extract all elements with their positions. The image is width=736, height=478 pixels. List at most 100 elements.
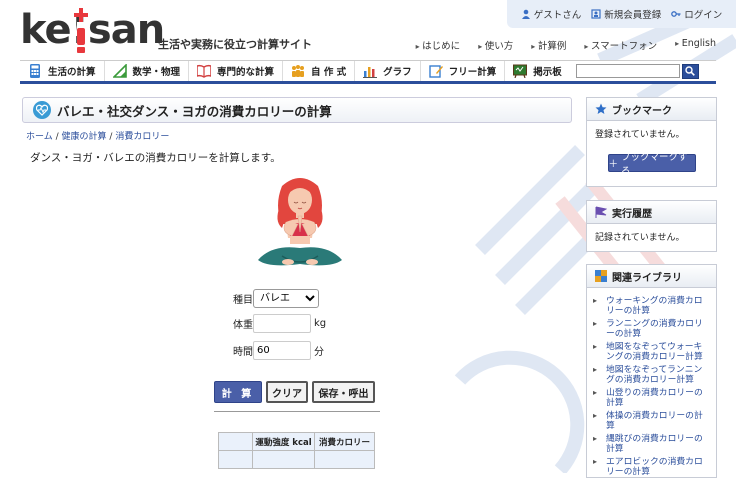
nav-graph-label: グラフ xyxy=(383,67,412,78)
topnav-english[interactable]: English xyxy=(675,38,716,52)
history-empty-text: 記録されていません。 xyxy=(595,233,685,243)
library-panel: 関連ライブラリ ▸ ウォーキングの消費カロリーの計算 ▸ ランニングの消費カロリーの… xyxy=(586,264,717,478)
search-input[interactable] xyxy=(575,64,680,78)
triangle-ruler-icon xyxy=(112,64,127,78)
list-item[interactable]: ▸ エアロビックの消費カロリーの計算 xyxy=(593,457,710,477)
list-item[interactable]: ▸ 地図をなぞってランニングの消費カロリー計算 xyxy=(593,365,710,385)
divider xyxy=(214,411,380,412)
list-item[interactable]: ▸ ウォーキングの消費カロリーの計算 xyxy=(593,296,710,316)
nav-graph[interactable]: グラフ xyxy=(355,61,421,81)
type-select[interactable]: バレエ xyxy=(253,289,319,308)
bullet-arrow-icon: ▸ xyxy=(593,434,598,443)
plus-icon: ＋ xyxy=(608,159,619,170)
library-icon xyxy=(595,270,607,282)
library-body: ▸ ウォーキングの消費カロリーの計算 ▸ ランニングの消費カロリーの計算 ▸ 地図をな… xyxy=(586,288,717,478)
calculate-button[interactable]: 計 算 xyxy=(214,381,262,403)
page-title-box: バレエ・社交ダンス・ヨガの消費カロリーの計算 xyxy=(22,97,572,123)
clear-button[interactable]: クリア xyxy=(266,381,308,403)
book-icon xyxy=(197,64,212,78)
calculator-icon xyxy=(30,64,40,78)
library-link[interactable]: ランニングの消費カロリーの計算 xyxy=(606,319,710,339)
bar-chart-icon xyxy=(363,67,378,78)
result-table: 運動強度 kcal 消費カロリー xyxy=(218,432,375,469)
bullet-arrow-icon: ▸ xyxy=(593,319,598,328)
main-navigation: 生活の計算 数学・物理 専門的な計算 自 作 式 グラフ フリー計算 掲示板 xyxy=(20,60,716,84)
login-link[interactable]: ログイン xyxy=(671,7,722,21)
list-item[interactable]: ▸ 縄跳びの消費カロリーの計算 xyxy=(593,434,710,454)
register-label[interactable]: 新規会員登録 xyxy=(604,7,661,21)
add-bookmark-label: ブックマークする xyxy=(621,152,688,177)
yoga-woman-illustration xyxy=(258,178,342,266)
type-label: 種目 xyxy=(233,295,253,306)
top-navigation: はじめに 使い方 計算例 スマートフォン English xyxy=(416,38,716,52)
save-load-button[interactable]: 保存・呼出 xyxy=(312,381,375,403)
nav-math-physics[interactable]: 数学・物理 xyxy=(105,61,190,81)
nav-free-calc[interactable]: フリー計算 xyxy=(421,61,506,81)
library-link[interactable]: 地図をなぞってランニングの消費カロリー計算 xyxy=(606,365,710,385)
library-link[interactable]: 縄跳びの消費カロリーの計算 xyxy=(606,434,710,454)
nav-board-label: 掲示板 xyxy=(533,67,562,78)
list-item[interactable]: ▸ 山登りの消費カロリーの計算 xyxy=(593,388,710,408)
list-item[interactable]: ▸ 地図をなぞってウォーキングの消費カロリー計算 xyxy=(593,342,710,362)
guest-label: ゲストさん xyxy=(533,10,582,21)
add-bookmark-button[interactable]: ＋ ブックマークする xyxy=(607,152,696,177)
people-icon xyxy=(292,65,305,77)
login-label[interactable]: ログイン xyxy=(684,7,722,21)
library-link[interactable]: 地図をなぞってウォーキングの消費カロリー計算 xyxy=(606,342,710,362)
bookmark-panel: ブックマーク 登録されていません。 ＋ ブックマークする xyxy=(586,97,717,187)
nav-life-calc[interactable]: 生活の計算 xyxy=(20,61,105,81)
heart-pulse-icon xyxy=(33,101,51,119)
weight-input[interactable] xyxy=(253,314,311,333)
breadcrumb: ホーム / 健康の計算 / 消費カロリー xyxy=(26,132,170,142)
logo-text: ke!san xyxy=(20,7,165,53)
time-label: 時間 xyxy=(233,347,253,358)
bookmark-title: ブックマーク xyxy=(612,105,672,117)
register-icon xyxy=(591,9,601,19)
page-intro: ダンス・ヨガ・バレエの消費カロリーを計算します。 xyxy=(30,152,281,164)
weight-label: 体重 xyxy=(233,320,253,331)
nav-professional-label: 専門的な計算 xyxy=(217,67,275,78)
list-item[interactable]: ▸ ランニングの消費カロリーの計算 xyxy=(593,319,710,339)
breadcrumb-calories[interactable]: 消費カロリー xyxy=(115,132,169,142)
table-header-blank xyxy=(218,432,253,451)
time-unit: 分 xyxy=(314,347,324,358)
search-button[interactable] xyxy=(681,63,699,79)
nav-board[interactable]: 掲示板 xyxy=(505,61,570,81)
library-link[interactable]: 体操の消費カロリーの計算 xyxy=(606,411,710,431)
library-link[interactable]: ウォーキングの消費カロリーの計算 xyxy=(606,296,710,316)
list-item[interactable]: ▸ 体操の消費カロリーの計算 xyxy=(593,411,710,431)
time-row: 時間 分 xyxy=(228,341,324,360)
type-row: 種目 バレエ xyxy=(228,289,319,308)
nav-free-calc-label: フリー計算 xyxy=(448,67,497,78)
topnav-usage[interactable]: 使い方 xyxy=(478,38,514,52)
topnav-smartphone[interactable]: スマートフォン xyxy=(584,38,657,52)
library-link[interactable]: 山登りの消費カロリーの計算 xyxy=(606,388,710,408)
table-header-calories: 消費カロリー xyxy=(314,432,375,451)
topnav-intro[interactable]: はじめに xyxy=(416,38,460,52)
breadcrumb-home[interactable]: ホーム xyxy=(26,132,53,142)
nav-professional[interactable]: 専門的な計算 xyxy=(189,61,284,81)
bullet-arrow-icon: ▸ xyxy=(593,296,598,305)
nav-math-physics-label: 数学・物理 xyxy=(132,67,181,78)
site-logo[interactable]: ke!san xyxy=(20,7,165,53)
time-input[interactable] xyxy=(253,341,311,360)
breadcrumb-health[interactable]: 健康の計算 xyxy=(62,132,107,142)
user-bar: ゲストさん 新規会員登録 ログイン xyxy=(507,0,736,28)
site-tagline: 生活や実務に役立つ計算サイト xyxy=(158,38,312,51)
table-row xyxy=(218,450,375,469)
star-icon xyxy=(595,103,607,114)
table-cell xyxy=(252,450,315,469)
library-header: 関連ライブラリ xyxy=(586,264,717,288)
nav-life-calc-label: 生活の計算 xyxy=(48,67,96,78)
table-cell xyxy=(218,450,253,469)
flag-icon xyxy=(595,206,607,218)
library-title: 関連ライブラリ xyxy=(612,272,682,284)
key-icon xyxy=(671,11,681,17)
library-list: ▸ ウォーキングの消費カロリーの計算 ▸ ランニングの消費カロリーの計算 ▸ 地図をな… xyxy=(589,292,714,477)
register-link[interactable]: 新規会員登録 xyxy=(591,7,661,21)
topnav-examples[interactable]: 計算例 xyxy=(531,38,567,52)
table-header-intensity: 運動強度 kcal xyxy=(252,432,315,451)
library-link[interactable]: エアロビックの消費カロリーの計算 xyxy=(606,457,710,477)
nav-custom-formula[interactable]: 自 作 式 xyxy=(283,61,356,81)
table-header-row: 運動強度 kcal 消費カロリー xyxy=(218,432,375,451)
